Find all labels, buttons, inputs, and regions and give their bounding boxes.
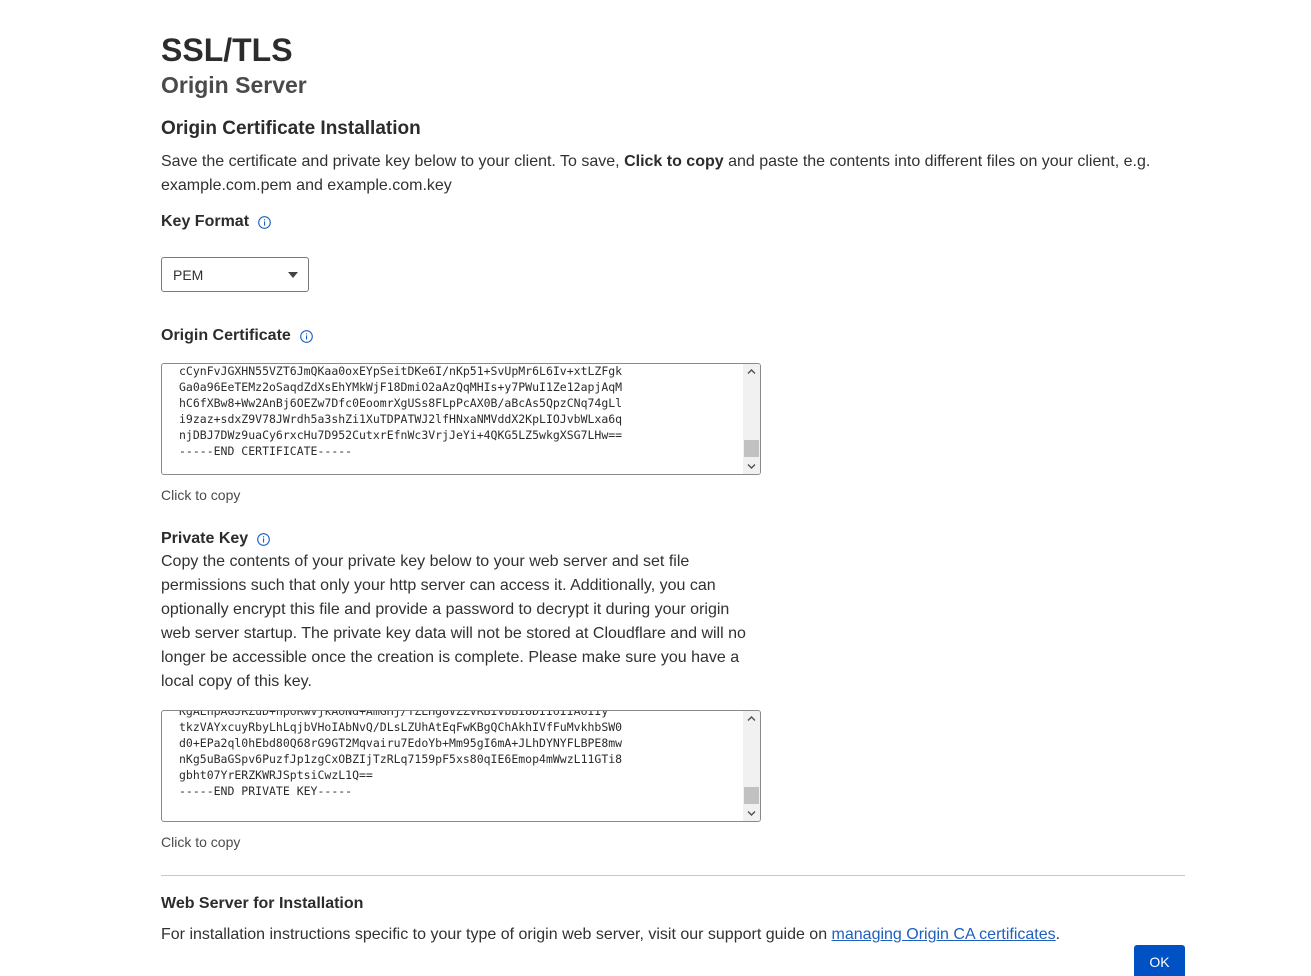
private-key-line: nKg5uBaGSpv6PuzfJp1zgCxOBZIjTzRLq7159pF5… [179,752,623,766]
key-format-select[interactable]: PEM [161,257,309,292]
certificate-scroll-thumb[interactable] [744,440,759,457]
private-key-textarea[interactable]: KgAEnpAGJRZuD+hpoRwVjkAoNd+AmGHj/YZEHg8V… [161,710,761,822]
certificate-line: njDBJ7DWz9uaCy6rxcHu7D952CutxrEfnWc3VrjJ… [179,428,623,442]
key-format-label-row: Key Format [161,213,271,231]
installation-intro: Save the certificate and private key bel… [161,150,1161,198]
web-server-desc-text: For installation instructions specific t… [161,926,832,943]
info-icon[interactable] [257,532,271,546]
private-key-line: -----END PRIVATE KEY----- [179,784,353,798]
info-icon[interactable] [299,329,313,343]
private-key-line: d0+EPa2ql0hEbd80Q68rG9GT2Mqvairu7EdoYb+M… [179,736,623,750]
managing-origin-ca-link[interactable]: managing Origin CA certificates [832,926,1056,943]
private-key-label-row: Private Key [161,530,271,548]
ok-button[interactable]: OK [1134,945,1185,976]
scroll-down-arrow-icon[interactable] [746,808,757,819]
page-subtitle: Origin Server [161,72,307,98]
certificate-line: Ga0a96EeTEMz2oSaqdZdXsEhYMkWjF18DmiO2aAz… [179,380,623,394]
chevron-down-icon [288,272,298,278]
certificate-line: hC6fXBw8+Ww2AnBj6OEZw7Dfc0EoomrXgUSs8FLp… [179,396,623,410]
certificate-line: i9zaz+sdxZ9V78JWrdh5a3shZi1XuTDPATWJ2lfH… [179,412,623,426]
ssl-tls-page: SSL/TLS Origin Server Origin Certificate… [0,0,1311,976]
web-server-description: For installation instructions specific t… [161,923,1060,947]
scroll-up-arrow-icon[interactable] [746,366,757,377]
certificate-click-to-copy[interactable]: Click to copy [161,487,240,503]
key-format-selected-value: PEM [173,266,204,283]
origin-certificate-label-row: Origin Certificate [161,327,313,345]
key-format-label: Key Format [161,213,250,230]
intro-text-start: Save the certificate and private key bel… [161,153,625,170]
info-icon[interactable] [258,215,271,229]
installation-heading: Origin Certificate Installation [161,118,421,139]
certificate-scrollbar[interactable] [743,364,760,474]
intro-text-bold: Click to copy [624,153,724,170]
web-server-desc-end: . [1055,926,1061,943]
certificate-line: cCynFvJGXHN55VZT6JmQKaa0oxEYpSeitDKe6I/n… [179,364,623,378]
private-key-label: Private Key [161,530,249,547]
private-key-scrollbar[interactable] [743,711,760,821]
origin-certificate-textarea[interactable]: cCynFvJGXHN55VZT6JmQKaa0oxEYpSeitDKe6I/n… [161,363,761,475]
private-key-description: Copy the contents of your private key be… [161,553,746,690]
private-key-click-to-copy[interactable]: Click to copy [161,834,240,850]
scroll-up-arrow-icon[interactable] [746,713,757,724]
main-content: SSL/TLS Origin Server Origin Certificate… [161,30,1185,976]
certificate-line: -----END CERTIFICATE----- [179,444,353,458]
private-key-line: gbht07YrERZKWRJSptsiCwzL1Q== [179,768,373,782]
origin-certificate-label: Origin Certificate [161,327,291,344]
certificate-text: cCynFvJGXHN55VZT6JmQKaa0oxEYpSeitDKe6I/n… [179,364,623,459]
private-key-scroll-thumb[interactable] [744,787,759,804]
section-divider [161,875,1185,876]
private-key-text: KgAEnpAGJRZuD+hpoRwVjkAoNd+AmGHj/YZEHg8V… [179,710,623,799]
private-key-line: KgAEnpAGJRZuD+hpoRwVjkAoNd+AmGHj/YZEHg8V… [179,710,609,718]
scroll-down-arrow-icon[interactable] [746,461,757,472]
private-key-line: tkzVAYxcuyRbyLhLqjbVHoIAbNvQ/DLsLZUhAtEq… [179,720,623,734]
web-server-heading: Web Server for Installation [161,895,364,912]
page-title: SSL/TLS [161,32,293,68]
